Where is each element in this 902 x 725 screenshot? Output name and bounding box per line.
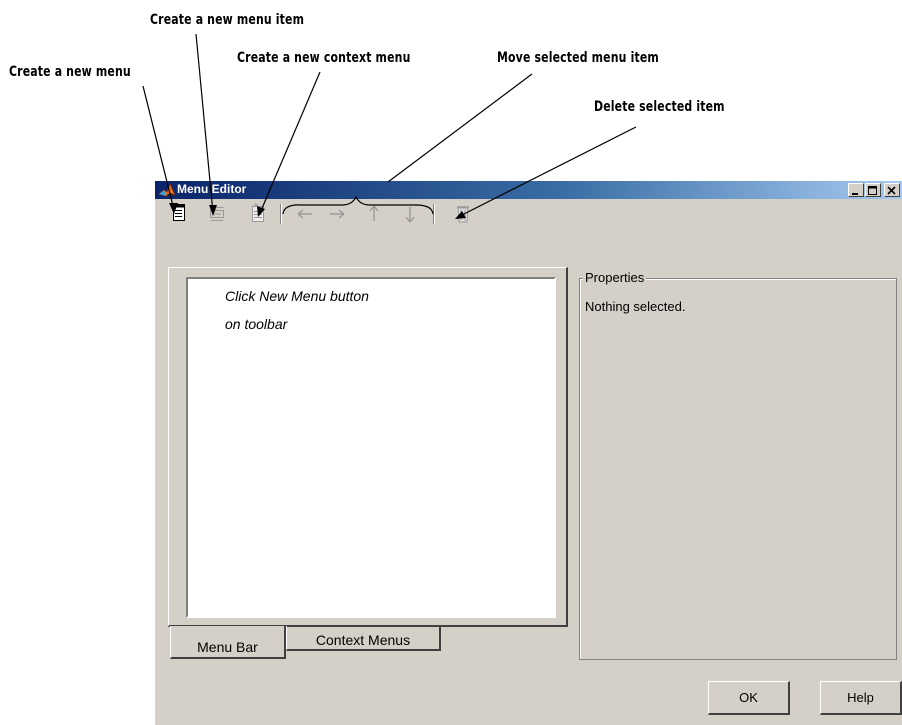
properties-legend: Properties [583,270,647,285]
move-down-button[interactable] [400,202,420,224]
empty-hint-line2: on toolbar [225,316,288,332]
properties-status: Nothing selected. [585,299,686,314]
new-menu-item-button[interactable] [207,202,227,224]
properties-panel: Properties Nothing selected. [579,270,897,660]
move-left-button[interactable] [295,202,315,224]
toolbar-separator [433,204,435,224]
menu-tab-panel: Click New Menu button on toolbar [168,267,568,627]
toolbar-separator [280,204,282,224]
callout-create-new-menu: Create a new menu [9,64,131,80]
minimize-icon [852,193,858,195]
minimize-button[interactable] [848,183,864,197]
tab-menu-bar[interactable]: Menu Bar [170,626,286,659]
maximize-button[interactable] [865,183,881,197]
callout-move-selected-menu-item: Move selected menu item [497,50,659,66]
new-menu-icon [173,204,185,221]
trash-icon [457,206,469,223]
new-menu-button[interactable] [169,202,189,224]
close-icon [887,186,896,195]
help-button[interactable]: Help [820,681,902,715]
callout-create-new-context-menu: Create a new context menu [237,50,411,66]
new-context-menu-icon [252,203,264,222]
move-up-button[interactable] [364,202,384,224]
close-button[interactable] [884,183,900,197]
tab-context-menus[interactable]: Context Menus [286,626,441,651]
menu-tree[interactable]: Click New Menu button on toolbar [186,277,556,618]
move-left-icon [297,209,312,219]
callout-create-new-menu-item: Create a new menu item [150,12,305,28]
toolbar [155,200,902,248]
maximize-icon [868,186,877,195]
move-right-icon [330,209,345,219]
move-right-button[interactable] [327,202,347,224]
empty-hint-line1: Click New Menu button [225,288,369,304]
title-bar[interactable]: Menu Editor [155,181,902,199]
matlab-logo-icon [158,182,176,197]
leader-move-item [387,73,533,183]
ok-button[interactable]: OK [708,681,790,715]
window-title: Menu Editor [177,182,247,196]
delete-button[interactable] [453,202,473,224]
move-up-icon [369,205,379,221]
move-down-icon [405,207,415,223]
menu-editor-window: Menu Editor Click New Menu button on too… [155,181,902,725]
callout-delete-selected-item: Delete selected item [594,99,725,115]
new-context-menu-button[interactable] [248,202,268,224]
new-menu-item-icon [210,207,224,221]
